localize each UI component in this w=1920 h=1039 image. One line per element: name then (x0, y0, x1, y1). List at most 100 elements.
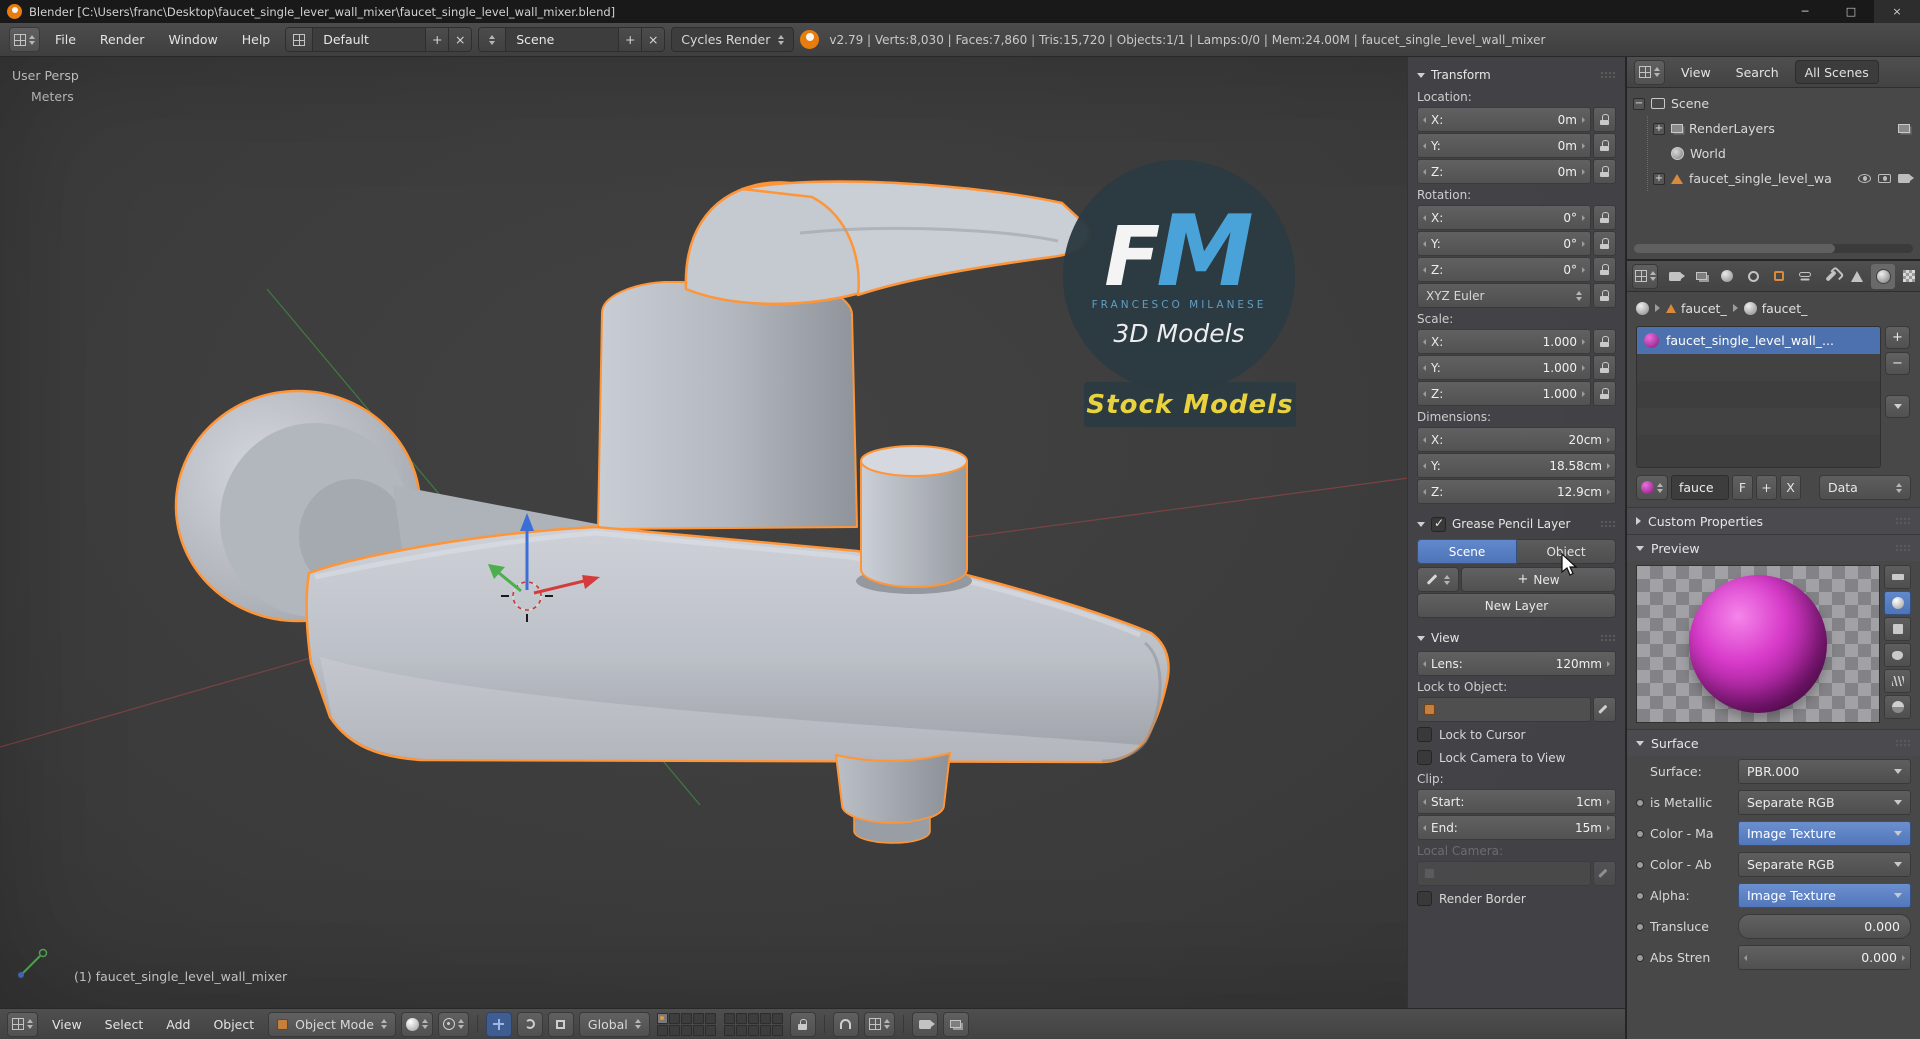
outliner-view-menu[interactable]: View (1672, 62, 1720, 83)
outliner-horizontal-scrollbar[interactable] (1634, 244, 1913, 253)
lock-location-x-button[interactable] (1593, 107, 1616, 132)
clip-start-field[interactable]: Start: 1cm (1417, 789, 1616, 814)
transform-panel-header[interactable]: Transform (1417, 63, 1616, 87)
surface-shader-dropdown[interactable]: PBR.000 (1738, 759, 1911, 784)
grease-pencil-panel-header[interactable]: Grease Pencil Layer (1417, 512, 1616, 536)
lock-location-z-button[interactable] (1593, 159, 1616, 184)
rotation-mode-dropdown[interactable]: XYZ Euler (1417, 283, 1591, 308)
scrollbar-thumb[interactable] (1634, 244, 1835, 253)
material-slot-row[interactable] (1637, 381, 1880, 408)
tab-constraints[interactable] (1793, 264, 1817, 289)
outliner-filter-dropdown[interactable]: All Scenes (1794, 60, 1879, 84)
render-menu[interactable]: Render (91, 29, 154, 50)
custom-properties-panel-header[interactable]: Custom Properties (1627, 507, 1920, 534)
new-layer-button[interactable]: New Layer (1417, 593, 1616, 618)
view-panel-header[interactable]: View (1417, 626, 1616, 650)
location-x-field[interactable]: X: 0m (1417, 107, 1591, 132)
grease-new-button[interactable]: + New (1461, 567, 1616, 592)
scene-layers-widget[interactable] (655, 1012, 785, 1036)
outliner-row-object[interactable]: + faucet_single_level_wa (1653, 166, 1914, 191)
snap-toggle-button[interactable] (832, 1011, 859, 1037)
outliner-row-renderlayers[interactable]: + RenderLayers (1653, 116, 1914, 141)
scene-browse-button[interactable] (479, 28, 507, 51)
panel-grip-icon[interactable] (1600, 70, 1616, 80)
editor-type-info-button[interactable] (9, 27, 40, 52)
layout-delete-button[interactable]: × (448, 28, 472, 51)
lens-field[interactable]: Lens: 120mm (1417, 651, 1616, 676)
unlink-material-button[interactable]: X (1780, 475, 1801, 500)
alpha-dropdown[interactable]: Image Texture (1738, 883, 1911, 908)
file-menu[interactable]: File (46, 29, 85, 50)
clip-end-field[interactable]: End: 15m (1417, 815, 1616, 840)
snap-element-dropdown[interactable] (863, 1011, 895, 1037)
grease-scene-tab[interactable]: Scene (1417, 539, 1517, 564)
material-name-field[interactable]: fauce (1671, 475, 1729, 500)
close-button[interactable]: × (1874, 0, 1920, 23)
tab-object[interactable] (1767, 264, 1791, 289)
translucency-slider[interactable]: 0.000 (1738, 914, 1911, 939)
material-slot-row[interactable] (1637, 435, 1880, 462)
layout-browse-button[interactable] (286, 28, 314, 51)
color-ab-dropdown[interactable]: Separate RGB (1738, 852, 1911, 877)
lock-rotation-x-button[interactable] (1593, 205, 1616, 230)
expand-icon[interactable]: + (1653, 122, 1665, 135)
panel-grip-icon[interactable] (1600, 519, 1616, 529)
rotation-y-field[interactable]: Y: 0° (1417, 231, 1591, 256)
lock-to-cursor-checkbox[interactable] (1417, 727, 1432, 742)
rotation-x-field[interactable]: X: 0° (1417, 205, 1591, 230)
panel-grip-icon[interactable] (1600, 633, 1616, 643)
visibility-eye-icon[interactable] (1858, 174, 1871, 183)
minimize-button[interactable]: ─ (1782, 0, 1828, 23)
lock-rotation-y-button[interactable] (1593, 231, 1616, 256)
tab-texture[interactable] (1897, 264, 1920, 289)
mode-dropdown[interactable]: Object Mode (268, 1011, 396, 1037)
viewport-3d[interactable]: User Persp Meters (1) faucet_single_leve… (0, 57, 1625, 1008)
manipulator-scale-toggle[interactable] (547, 1011, 574, 1037)
window-menu[interactable]: Window (159, 29, 226, 50)
dimension-x-field[interactable]: X: 20cm (1417, 427, 1616, 452)
dimension-y-field[interactable]: Y: 18.58cm (1417, 453, 1616, 478)
tab-world[interactable] (1741, 264, 1765, 289)
lock-camera-checkbox[interactable] (1417, 750, 1432, 765)
editor-type-properties-button[interactable] (1632, 263, 1658, 289)
fake-user-button[interactable]: F (1732, 475, 1753, 500)
editor-type-3dview-button[interactable] (7, 1011, 38, 1037)
is-metallic-dropdown[interactable]: Separate RGB (1738, 790, 1911, 815)
tab-data[interactable] (1845, 264, 1869, 289)
lock-to-object-field[interactable] (1417, 697, 1591, 722)
transform-orientation-dropdown[interactable]: Global (578, 1011, 650, 1037)
add-material-slot-button[interactable]: + (1885, 326, 1910, 349)
expand-icon[interactable]: + (1653, 172, 1665, 185)
faucet-object[interactable] (174, 180, 1170, 844)
lock-scale-x-button[interactable] (1593, 329, 1616, 354)
grease-draw-mode-button[interactable] (1417, 567, 1459, 592)
outliner-row-scene[interactable]: − Scene (1633, 91, 1914, 116)
lock-camera-row[interactable]: Lock Camera to View (1417, 746, 1616, 769)
add-menu[interactable]: Add (157, 1014, 199, 1035)
lock-scale-z-button[interactable] (1593, 381, 1616, 406)
object-menu[interactable]: Object (204, 1014, 263, 1035)
render-border-checkbox[interactable] (1417, 891, 1432, 906)
scale-z-field[interactable]: Z: 1.000 (1417, 381, 1591, 406)
material-slot-list[interactable]: faucet_single_level_wall_... (1636, 326, 1881, 468)
material-slot-row[interactable] (1637, 408, 1880, 435)
tab-render[interactable] (1663, 264, 1687, 289)
collapse-expander-icon[interactable]: − (1633, 97, 1645, 110)
lock-rotation-mode-button[interactable] (1593, 283, 1616, 308)
lock-scale-y-button[interactable] (1593, 355, 1616, 380)
surface-panel-header[interactable]: Surface (1627, 729, 1920, 756)
panel-grip-icon[interactable] (1895, 516, 1911, 526)
preview-panel-header[interactable]: Preview (1627, 534, 1920, 561)
scale-y-field[interactable]: Y: 1.000 (1417, 355, 1591, 380)
preview-flat-button[interactable] (1884, 565, 1911, 589)
new-material-button[interactable]: + (1756, 475, 1777, 500)
preview-sky-button[interactable] (1884, 695, 1911, 719)
render-engine-dropdown[interactable]: Cycles Render (671, 27, 795, 52)
opengl-render-button[interactable] (911, 1011, 938, 1037)
grease-pencil-checkbox[interactable] (1431, 516, 1446, 532)
tab-render-layers[interactable] (1689, 264, 1713, 289)
outliner-row-world[interactable]: World (1653, 141, 1914, 166)
scene-delete-button[interactable]: × (641, 28, 665, 51)
remove-material-slot-button[interactable]: − (1885, 352, 1910, 375)
preview-sphere-button[interactable] (1884, 591, 1911, 615)
